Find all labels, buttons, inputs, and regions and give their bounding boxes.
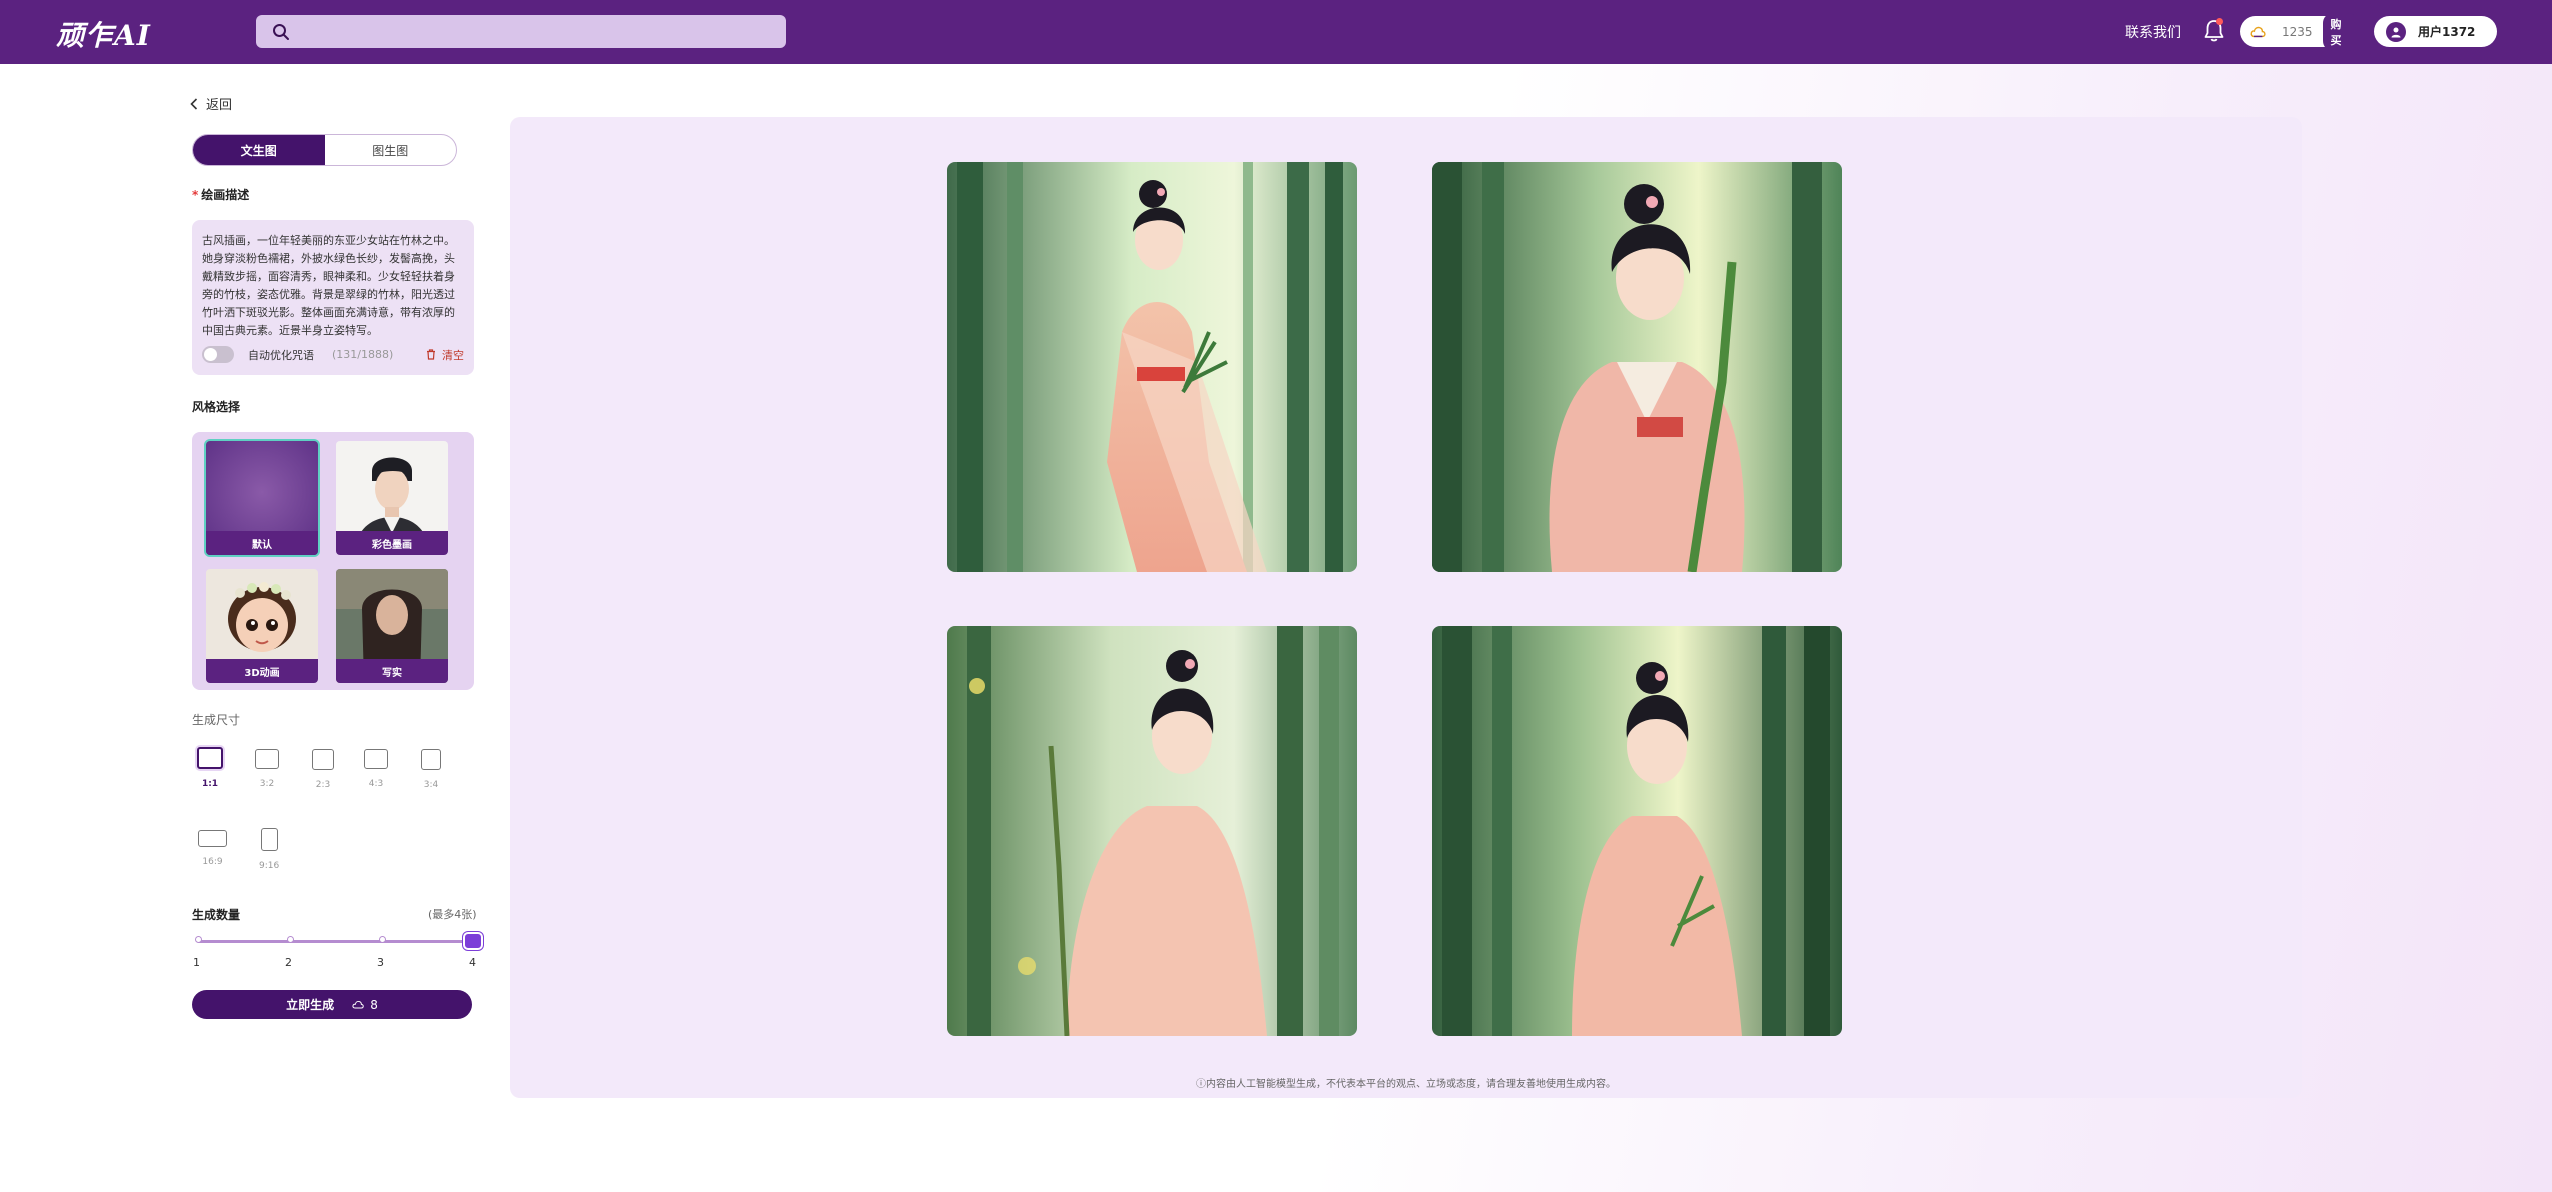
user-icon [2391,27,2401,37]
count-slider-dot-1[interactable] [195,936,202,943]
size-shape-4-3 [364,749,388,769]
auto-optimize-label: 自动优化咒语 [248,348,314,362]
user-menu[interactable]: 用户1372 [2374,16,2497,47]
notification-dot [2216,18,2223,25]
required-mark: * [192,188,199,202]
size-label-9-16: 9:16 [259,861,280,871]
size-option-3-2[interactable]: 3:2 [255,749,279,789]
generate-cost: 8 [352,998,378,1012]
size-shape-1-1 [197,747,223,769]
results-panel [510,117,2302,1098]
back-button[interactable]: 返回 [190,94,232,113]
result-image-3[interactable] [947,626,1357,1036]
size-shape-3-4 [421,749,441,770]
count-tick-2: 2 [285,956,292,969]
count-tick-4: 4 [469,956,476,969]
result-image-2-art [1432,162,1842,572]
style-card-default[interactable]: 默认 [204,439,320,557]
count-heading: 生成数量 [192,908,241,922]
count-tick-3: 3 [377,956,384,969]
result-image-1[interactable] [947,162,1357,572]
style-label-3d-animation: 3D动画 [206,659,318,683]
app-logo[interactable]: 顽乍AI [56,14,151,54]
trash-icon [427,349,435,360]
clear-button[interactable]: 清空 [426,347,464,363]
char-counter: (131/1888) [332,348,394,361]
back-label: 返回 [206,98,233,113]
style-card-realistic[interactable]: 写实 [336,569,448,683]
generate-label: 立即生成 [286,998,335,1012]
generate-button[interactable]: 立即生成 8 [192,990,472,1019]
style-label-default: 默认 [206,531,318,555]
count-slider-dot-2[interactable] [287,936,294,943]
clear-label: 清空 [442,348,464,362]
style-label-color-ink: 彩色墨画 [336,531,448,555]
size-label-3-2: 3:2 [259,779,275,789]
count-slider-thumb[interactable] [463,932,483,950]
search-icon [273,23,289,40]
tab-image-to-image[interactable]: 图生图 [325,135,457,165]
count-tick-1: 1 [193,956,200,969]
ai-disclaimer: ⓘ内容由人工智能模型生成，不代表本平台的观点、立场或态度，请合理友善地使用生成内… [1196,1079,1616,1090]
auto-optimize-toggle[interactable] [202,346,234,363]
result-image-2[interactable] [1432,162,1842,572]
avatar [2386,21,2406,42]
tab-text-to-image[interactable]: 文生图 [193,135,325,165]
prompt-label: 绘画描述 [201,188,250,202]
count-slider-dot-3[interactable] [379,936,386,943]
cloud-icon [352,1000,364,1009]
result-image-4[interactable] [1432,626,1842,1036]
chevron-left-icon [190,97,198,110]
size-label-3-4: 3:4 [423,780,439,790]
count-slider-track[interactable] [198,940,474,943]
style-heading: 风格选择 [192,400,241,414]
result-image-4-art [1432,626,1842,1036]
size-heading: 生成尺寸 [192,713,241,727]
size-option-2-3[interactable]: 2:3 [312,749,334,790]
size-label-4-3: 4:3 [368,779,384,789]
credits-pill[interactable]: 1235 购买 [2240,12,2358,51]
prompt-textarea[interactable]: 古风插画，一位年轻美丽的东亚少女站在竹林之中。她身穿淡粉色襦裙，外披水绿色长纱，… [202,232,464,340]
result-image-3-art [947,626,1357,1036]
mode-tabs: 文生图 图生图 [192,134,457,166]
credit-count: 1235 [2281,24,2313,39]
search-input[interactable] [300,15,786,48]
size-option-9-16[interactable]: 9:16 [259,828,279,871]
size-option-3-4[interactable]: 3:4 [421,749,441,790]
contact-link[interactable]: 联系我们 [2125,22,2181,42]
size-option-16-9[interactable]: 16:9 [198,830,227,867]
style-grid: 默认 彩色墨画 3D动画 写实 [192,432,474,690]
result-image-1-art [947,162,1357,572]
style-card-3d-animation[interactable]: 3D动画 [206,569,318,683]
size-shape-3-2 [255,749,279,769]
size-label-16-9: 16:9 [202,857,223,867]
size-label-1-1: 1:1 [201,779,219,789]
cloud-credit-icon [2250,26,2266,37]
size-shape-16-9 [198,830,227,847]
style-card-color-ink[interactable]: 彩色墨画 [336,441,448,555]
prompt-heading: * 绘画描述 [192,186,249,203]
size-shape-2-3 [312,749,334,770]
count-hint: (最多4张) [428,908,477,921]
prompt-footer: 自动优化咒语 (131/1888) 清空 [202,346,464,363]
size-option-4-3[interactable]: 4:3 [364,749,388,789]
size-option-1-1[interactable]: 1:1 [197,747,223,789]
prompt-box[interactable]: 古风插画，一位年轻美丽的东亚少女站在竹林之中。她身穿淡粉色襦裙，外披水绿色长纱，… [192,220,474,375]
size-label-2-3: 2:3 [315,780,331,790]
buy-button[interactable]: 购买 [2322,12,2358,51]
style-label-realistic: 写实 [336,659,448,683]
search-bar[interactable] [256,15,786,48]
generate-cost-value: 8 [370,997,378,1012]
username: 用户1372 [2418,25,2476,39]
top-bar: 顽乍AI 联系我们 1235 购买 用户1372 [0,0,2552,64]
size-shape-9-16 [260,828,278,851]
